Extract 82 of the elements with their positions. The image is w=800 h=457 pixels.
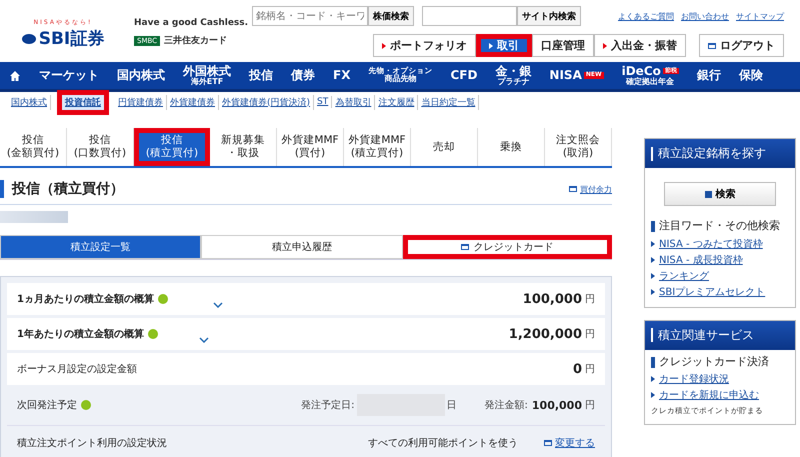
redacted-area	[0, 211, 68, 223]
sub-nav-link[interactable]: 外貨建債券(円貨決済)	[219, 94, 314, 110]
sub-tab[interactable]: クレジットカード	[402, 235, 612, 259]
sub-nav-link[interactable]: 外貨建債券	[167, 94, 219, 110]
amount-value: 0	[572, 362, 582, 376]
header-link[interactable]: サイトマップ	[736, 10, 784, 22]
sidebar-heading: 注目ワード・その他検索	[651, 218, 789, 234]
nav-item[interactable]: 銀行	[688, 62, 730, 89]
nav-item[interactable]: 国内株式	[108, 62, 174, 89]
triangle-icon	[651, 376, 655, 382]
unit-label: 円	[585, 399, 595, 412]
amount-value: 1,200,000	[508, 326, 582, 342]
order-date-label: 発注予定日:	[301, 398, 355, 412]
nav-item[interactable]: 外国株式 海外ETF	[174, 62, 240, 89]
header-link[interactable]: お問い合わせ	[681, 10, 729, 22]
buying-power-link[interactable]: 買付余力	[569, 184, 612, 194]
sidebar-box-title: 積立関連サービス	[645, 320, 795, 350]
help-icon[interactable]	[148, 329, 158, 339]
nav-item[interactable]: FX	[324, 62, 360, 89]
sub-nav-link[interactable]: 当日約定一覧	[418, 94, 480, 110]
change-link[interactable]: 変更する	[544, 436, 595, 450]
unit-label: 円	[585, 293, 595, 306]
triangle-icon	[651, 272, 655, 278]
page-title: 投信（積立買付）	[0, 180, 124, 198]
sidebar-link[interactable]: NISA - つみたて投資枠	[651, 236, 789, 250]
sub-tab[interactable]: 積立申込履歴	[201, 235, 403, 259]
tab[interactable]: 投信 (積立買付)	[134, 128, 210, 166]
nav-item[interactable]: 金・銀 プラチナ	[486, 62, 540, 89]
home-icon	[9, 70, 21, 82]
sub-nav-link[interactable]: 注文履歴	[375, 94, 418, 110]
sidebar-link[interactable]: カードを新規に申込む	[651, 388, 789, 402]
sidebar-link[interactable]: NISA - 成長投資枠	[651, 252, 789, 266]
sub-nav-link[interactable]: 為替取引	[332, 94, 376, 110]
header-link[interactable]: よくあるご質問	[618, 10, 674, 22]
point-setting-value: すべての利用可能ポイントを使う	[368, 436, 518, 450]
sbi-logo[interactable]: SBI証券	[22, 27, 104, 50]
logout-button[interactable]: ログアウト	[699, 34, 784, 57]
summary-label: 1ヵ月あたりの積立金額の概算	[17, 292, 154, 306]
nav-item[interactable]: 保険	[730, 62, 772, 89]
nav-item[interactable]: 投信	[240, 62, 282, 89]
sub-nav-link[interactable]: 円貨建債券	[115, 94, 167, 110]
site-search-field[interactable]	[422, 6, 517, 26]
header-nav-button[interactable]: 入出金・振替	[594, 34, 686, 57]
site-search-button[interactable]: サイト内検索	[517, 6, 581, 26]
sub-tab[interactable]: 積立設定一覧	[0, 235, 202, 259]
card-company-name: 三井住友カード	[164, 34, 228, 47]
cashless-slogan: Have a good Cashless.	[134, 18, 250, 28]
sidebar-link[interactable]: ランキング	[651, 268, 789, 282]
header-nav-button[interactable]: 口座管理	[532, 34, 594, 57]
header-nav-button[interactable]: ポートフォリオ	[373, 34, 476, 57]
triangle-icon	[651, 240, 655, 246]
sub-nav-link[interactable]: ST	[314, 96, 332, 108]
triangle-icon	[651, 392, 655, 398]
header-nav-button[interactable]: 取引	[476, 34, 532, 57]
stock-search-button[interactable]: 株価検索	[368, 6, 414, 26]
help-icon[interactable]	[158, 294, 168, 304]
sidebar-link[interactable]: SBIプレミアムセレクト	[651, 284, 789, 298]
sub-nav-link[interactable]: 国内株式	[8, 94, 51, 110]
order-amount-value: 100,000	[532, 398, 582, 412]
chevron-down-icon[interactable]	[212, 302, 223, 308]
nav-item[interactable]: マーケット	[30, 62, 108, 89]
chevron-down-icon[interactable]	[198, 337, 209, 343]
summary-label: 積立注文ポイント利用の設定状況	[17, 436, 167, 450]
help-icon[interactable]	[81, 400, 91, 410]
day-suffix: 日	[446, 399, 457, 412]
sub-nav-link[interactable]: 投資信託	[57, 90, 109, 114]
triangle-icon	[651, 256, 655, 262]
summary-label: ボーナス月設定の設定金額	[17, 362, 137, 376]
summary-label: 1年あたりの積立金額の概算	[17, 327, 144, 341]
nav-item[interactable]: CFD	[441, 62, 486, 89]
triangle-icon	[651, 288, 655, 294]
amount-value: 100,000	[522, 292, 582, 306]
unit-label: 円	[585, 328, 595, 341]
sidebar-link[interactable]: カード登録状況	[651, 372, 789, 386]
sidebar-heading: クレジットカード決済	[651, 354, 789, 370]
summary-label: 次回発注予定	[17, 398, 77, 412]
stock-search-field[interactable]: 銘柄名・コード・キーワ	[252, 6, 368, 26]
nav-item[interactable]: 債券	[282, 62, 324, 89]
sidebar-box-title: 積立設定銘柄を探す	[645, 139, 795, 168]
order-amount-label: 発注金額:	[484, 398, 528, 412]
unit-label: 円	[585, 363, 595, 376]
search-button[interactable]: 検索	[664, 182, 776, 206]
